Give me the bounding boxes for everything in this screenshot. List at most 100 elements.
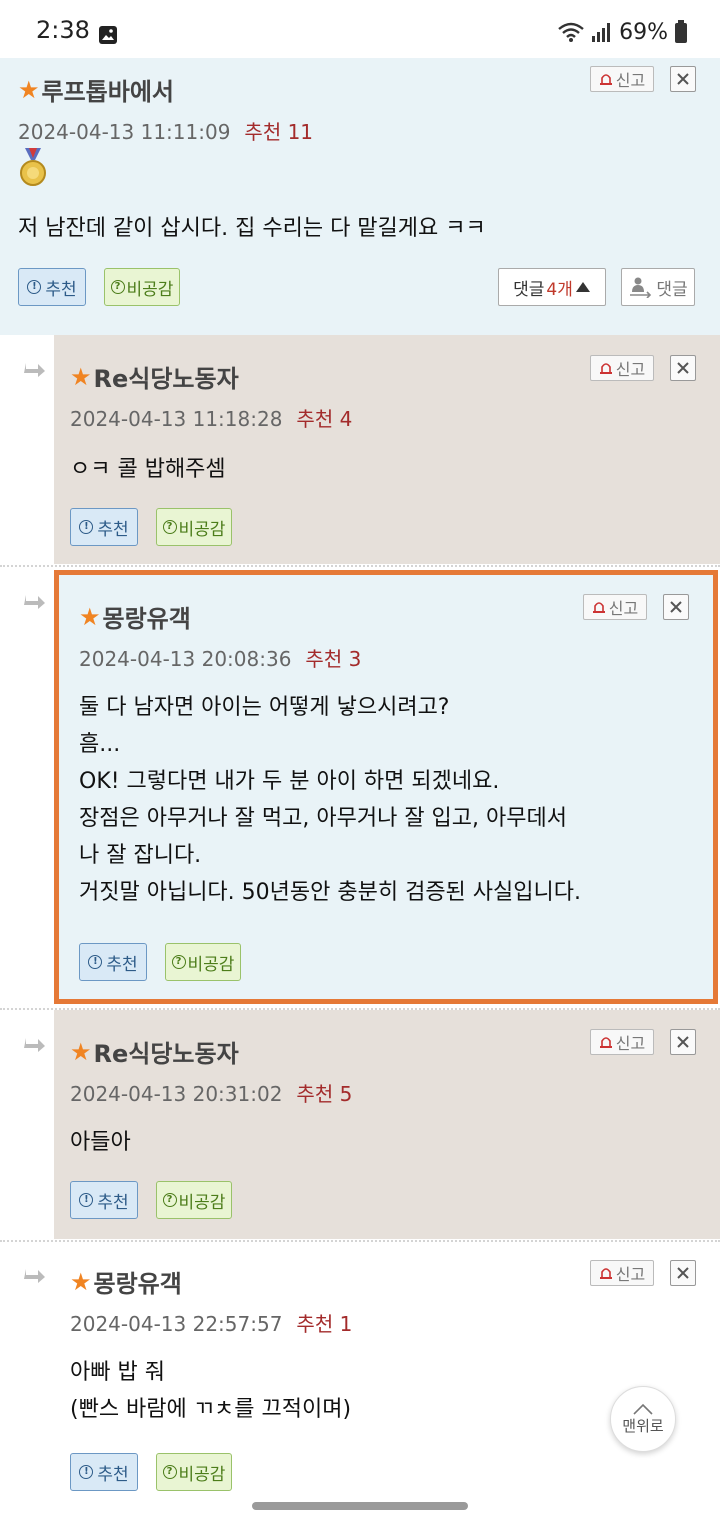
comment-meta: 2024-04-13 11:18:28 추천 4: [70, 403, 352, 432]
comment-text: 아빠 밥 줘 (빤스 바람에 ㄲㅊ를 끄적이며): [70, 1360, 352, 1422]
reply-card: ★ Re식당노동자 2024-04-13 20:31:02 추천 5 아들아 신고…: [54, 1010, 720, 1239]
comment-date: 2024-04-13 11:18:28: [70, 407, 283, 431]
siren-icon: [599, 363, 612, 374]
recommend-button[interactable]: ! 추천: [70, 1453, 138, 1491]
medal-icon: [20, 148, 46, 186]
gallery-icon: [99, 26, 117, 44]
recommend-button[interactable]: ! 추천: [70, 1181, 138, 1219]
delete-button[interactable]: [663, 594, 689, 620]
exclamation-icon: !: [27, 280, 42, 294]
star-icon: ★: [70, 362, 92, 391]
comment-meta: 2024-04-13 20:08:36 추천 3: [79, 643, 361, 672]
author-name: 몽랑유객: [93, 1270, 182, 1298]
comment-meta: 2024-04-13 22:57:57 추천 1: [70, 1308, 352, 1337]
comment-date: 2024-04-13 20:31:02: [70, 1082, 283, 1106]
comment-author[interactable]: ★ 루프톱바에서: [18, 72, 174, 107]
delete-button[interactable]: [670, 1260, 696, 1286]
recommend-count: 추천 1: [296, 1312, 353, 1336]
reply-card: ★ 몽랑유객 2024-04-13 22:57:57 추천 1 아빠 밥 줘 (빤…: [54, 1242, 720, 1500]
comment-text: 둘 다 남자면 아이는 어떻게 낳으시려고? 흠... OK! 그렇다면 내가 …: [79, 695, 581, 905]
question-icon: ?: [162, 520, 177, 534]
close-icon: [677, 362, 689, 374]
disagree-button[interactable]: ? 비공감: [156, 1453, 232, 1491]
author-name: Re식당노동자: [93, 365, 239, 393]
recommend-count: 추천 5: [296, 1082, 353, 1106]
close-icon: [677, 73, 689, 85]
disagree-button[interactable]: ? 비공감: [104, 268, 180, 306]
exclamation-icon: !: [88, 955, 103, 969]
reply-arrow-icon: [24, 595, 45, 609]
star-icon: ★: [70, 1267, 92, 1296]
comment-author[interactable]: ★ 몽랑유객: [70, 1264, 182, 1299]
wifi-icon: [558, 22, 584, 42]
reply-card-selected: ★ 몽랑유객 2024-04-13 20:08:36 추천 3 둘 다 남자면 아…: [54, 570, 718, 1004]
comment-date: 2024-04-13 11:11:09: [18, 120, 231, 144]
comment-card: ★ 루프톱바에서 2024-04-13 11:11:09 추천 11 저 남잔데 …: [0, 58, 720, 335]
comment-meta: 2024-04-13 20:31:02 추천 5: [70, 1078, 352, 1107]
close-icon: [670, 601, 682, 613]
comment-date: 2024-04-13 22:57:57: [70, 1312, 283, 1336]
comment-author[interactable]: ★ Re식당노동자: [70, 1034, 239, 1069]
author-name: Re식당노동자: [93, 1040, 239, 1068]
chevron-up-icon: [633, 1403, 653, 1415]
siren-icon: [599, 74, 612, 85]
recommend-count: 추천 4: [296, 407, 353, 431]
report-button[interactable]: 신고: [590, 1029, 654, 1055]
comment-text: 저 남잔데 같이 삽시다. 집 수리는 다 맡길게요 ㅋㅋ: [18, 216, 486, 241]
comment-text: ㅇㅋ 콜 밥해주셈: [70, 457, 226, 482]
close-icon: [677, 1267, 689, 1279]
question-icon: ?: [162, 1193, 177, 1207]
status-time: 2:38: [36, 16, 90, 44]
recommend-button[interactable]: ! 추천: [18, 268, 86, 306]
reply-arrow-icon: [24, 1269, 45, 1283]
battery-icon: [675, 20, 687, 43]
replies-toggle-button[interactable]: 댓글 4개: [498, 268, 606, 306]
question-icon: ?: [171, 955, 186, 969]
back-to-top-label: 맨위로: [622, 1416, 664, 1435]
triangle-up-icon: [575, 282, 590, 292]
disagree-button[interactable]: ? 비공감: [165, 943, 241, 981]
status-bar: 2:38 69%: [0, 0, 720, 58]
exclamation-icon: !: [79, 1465, 94, 1479]
exclamation-icon: !: [79, 1193, 94, 1207]
star-icon: ★: [79, 602, 101, 631]
reply-arrow-icon: [24, 363, 45, 377]
siren-icon: [599, 1037, 612, 1048]
recommend-count: 추천 3: [305, 647, 362, 671]
disagree-button[interactable]: ? 비공감: [156, 1181, 232, 1219]
star-icon: ★: [70, 1037, 92, 1066]
recommend-button[interactable]: ! 추천: [70, 508, 138, 546]
report-button[interactable]: 신고: [590, 355, 654, 381]
report-button[interactable]: 신고: [590, 1260, 654, 1286]
disagree-button[interactable]: ? 비공감: [156, 508, 232, 546]
report-button[interactable]: 신고: [583, 594, 647, 620]
star-icon: ★: [18, 75, 40, 104]
recommend-button[interactable]: ! 추천: [79, 943, 147, 981]
question-icon: ?: [162, 1465, 177, 1479]
comment-date: 2024-04-13 20:08:36: [79, 647, 292, 671]
delete-button[interactable]: [670, 355, 696, 381]
home-indicator[interactable]: [252, 1502, 468, 1510]
delete-button[interactable]: [670, 66, 696, 92]
divider: [0, 565, 720, 567]
exclamation-icon: !: [79, 520, 94, 534]
status-indicators: 69%: [557, 18, 688, 46]
recommend-count: 추천 11: [244, 120, 314, 144]
report-button[interactable]: 신고: [590, 66, 654, 92]
comment-author[interactable]: ★ 몽랑유객: [79, 599, 191, 634]
siren-icon: [599, 1268, 612, 1279]
comment-author[interactable]: ★ Re식당노동자: [70, 359, 239, 394]
reply-button[interactable]: 댓글: [621, 268, 695, 306]
reply-card: ★ Re식당노동자 2024-04-13 11:18:28 추천 4 ㅇㅋ 콜 밥…: [54, 335, 720, 564]
author-name: 루프톱바에서: [41, 78, 174, 106]
close-icon: [677, 1036, 689, 1048]
comment-text: 아들아: [70, 1130, 131, 1155]
reply-icon: [630, 277, 652, 298]
question-icon: ?: [110, 280, 125, 294]
delete-button[interactable]: [670, 1029, 696, 1055]
back-to-top-button[interactable]: 맨위로: [610, 1386, 676, 1452]
siren-icon: [592, 602, 605, 613]
signal-icon: [592, 23, 611, 42]
battery-percent: 69%: [619, 19, 668, 45]
author-name: 몽랑유객: [102, 605, 191, 633]
